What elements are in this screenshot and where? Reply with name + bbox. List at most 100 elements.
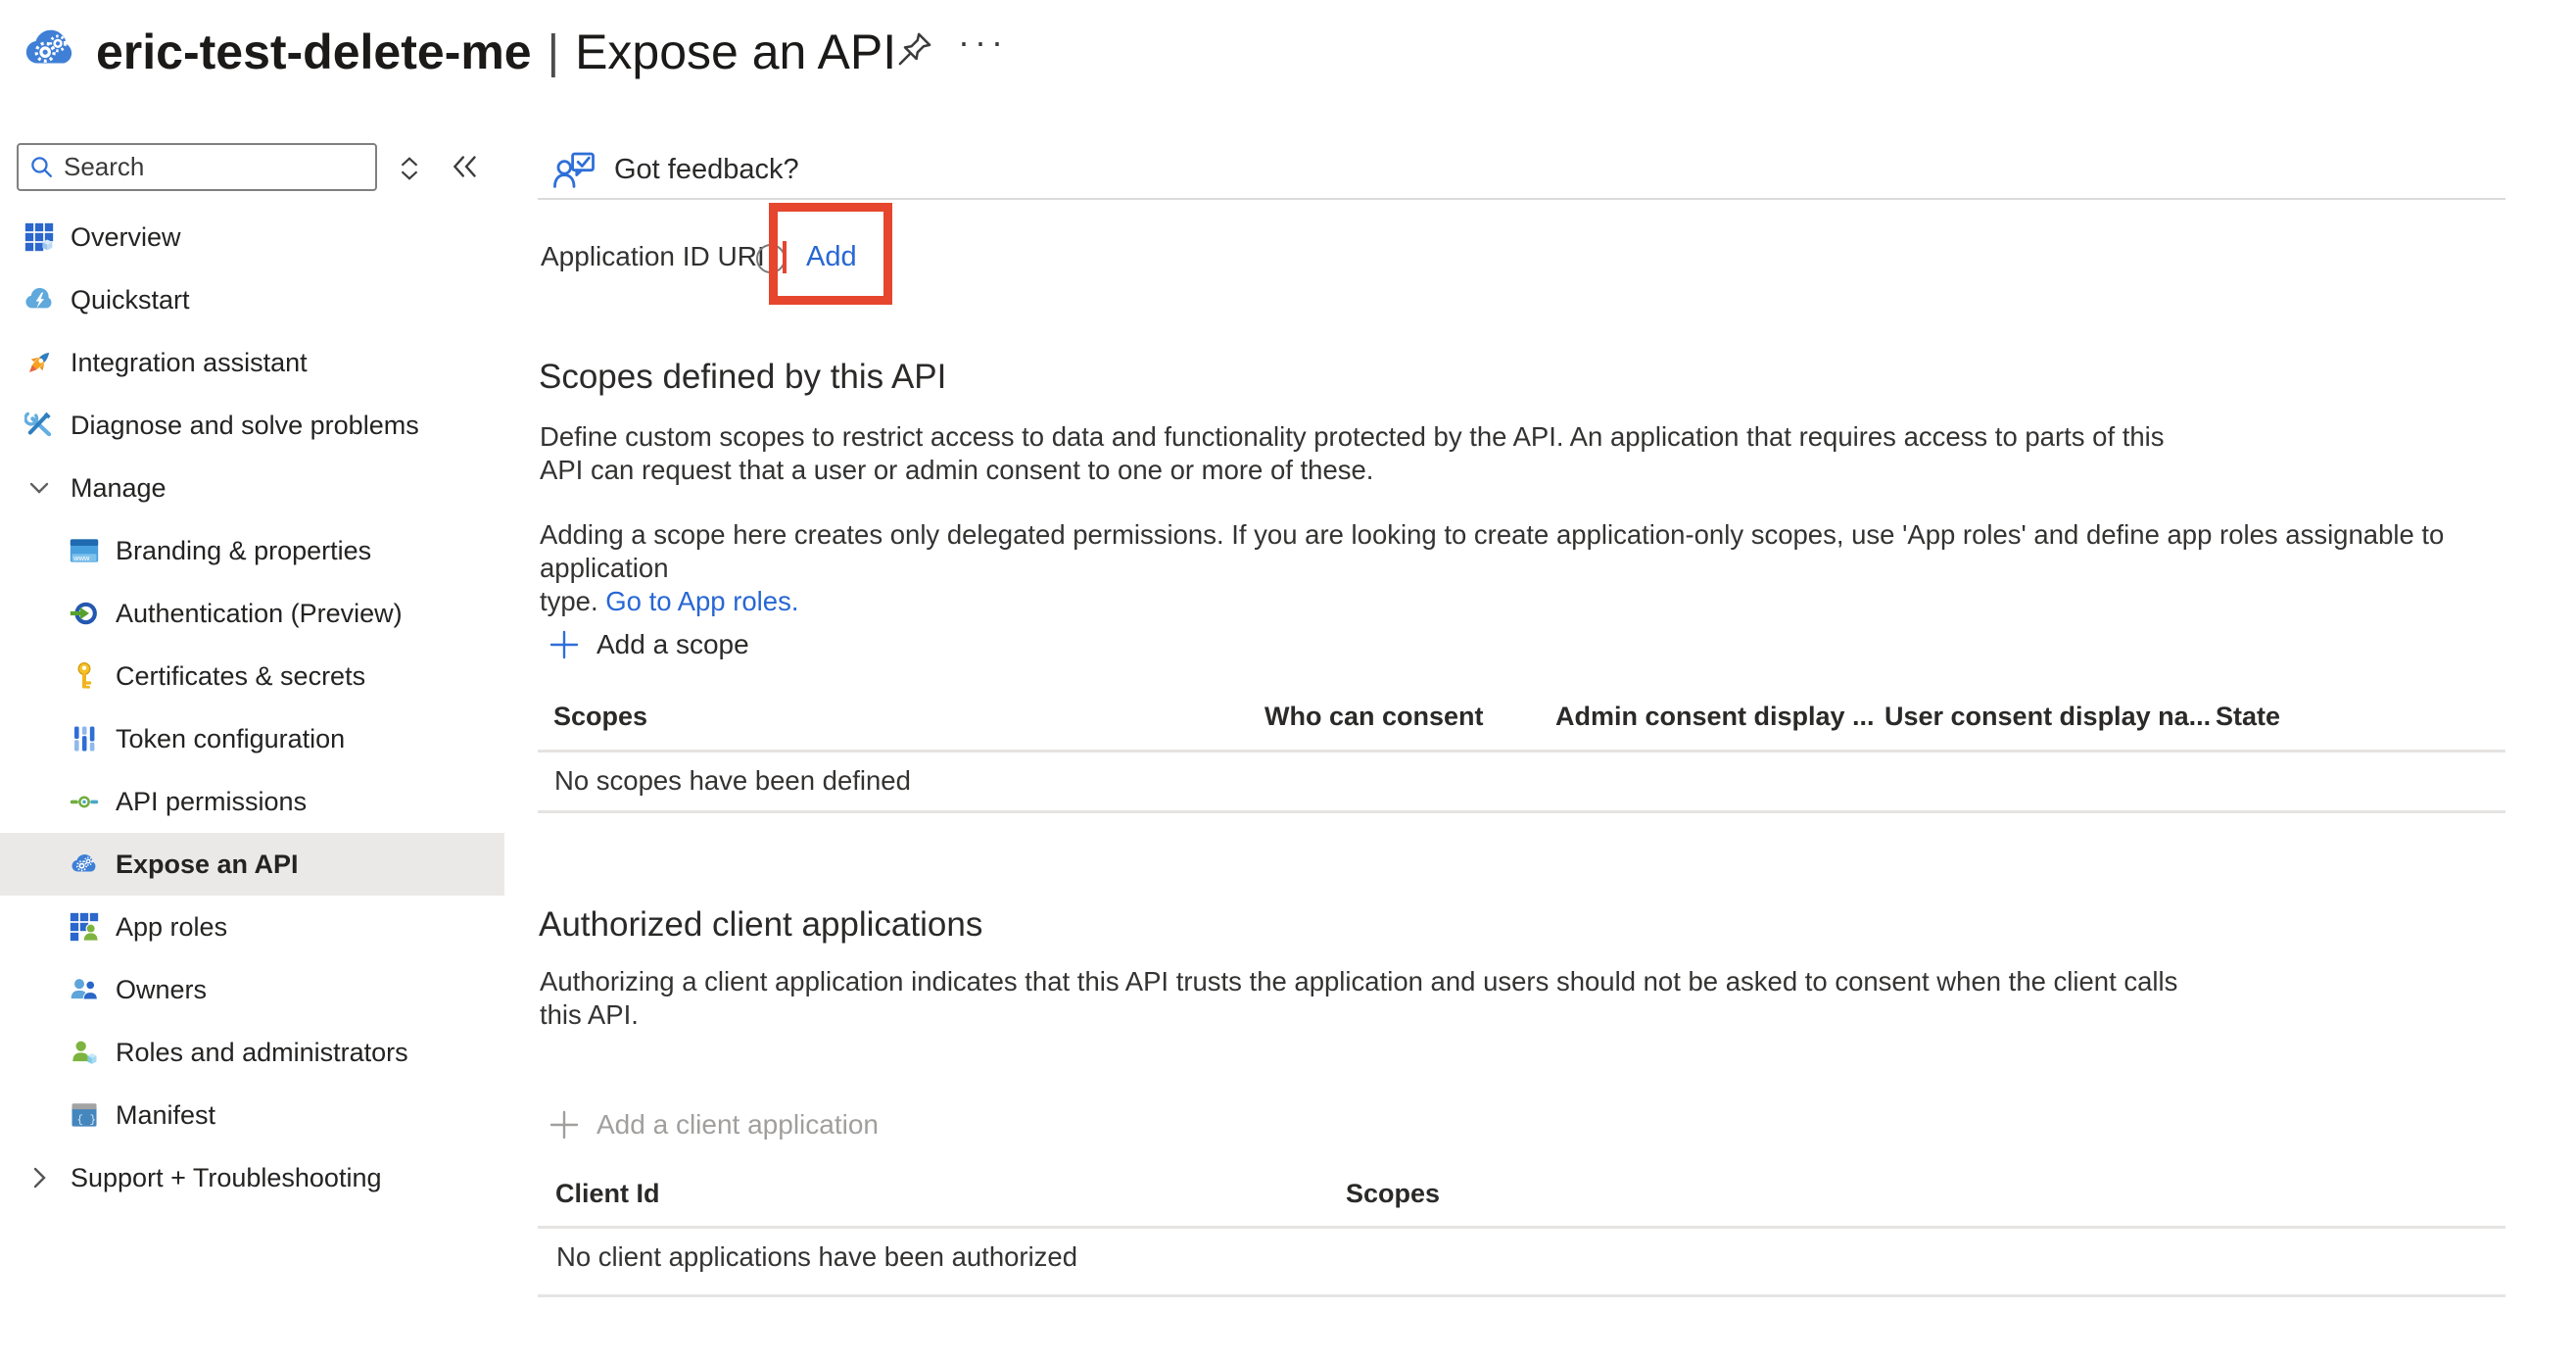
add-application-id-uri-link[interactable]: Add (806, 241, 857, 273)
authorized-clients-description: Authorizing a client application indicat… (540, 965, 2177, 1032)
sidebar-item-label: Branding & properties (116, 536, 371, 566)
scopes-description: Define custom scopes to restrict access … (540, 420, 2165, 487)
got-feedback-button[interactable]: Got feedback? (551, 149, 799, 190)
scopes-empty-message: No scopes have been defined (554, 765, 911, 797)
app-window: eric-test-delete-me | Expose an API ··· (0, 0, 2576, 1360)
collapse-sidebar-icon[interactable] (449, 150, 482, 188)
authorized-clients-description-line1: Authorizing a client application indicat… (540, 965, 2177, 998)
svg-text:www: www (72, 554, 90, 562)
search-icon (28, 154, 55, 180)
authorized-clients-description-line2: this API. (540, 998, 2177, 1032)
authorized-clients-section-title: Authorized client applications (539, 905, 982, 945)
sidebar-item-label: Owners (116, 975, 207, 1005)
toolbar-divider (538, 198, 2505, 200)
clients-table-divider-top (538, 1226, 2505, 1229)
sidebar-item-label: Token configuration (116, 724, 345, 754)
sliders-icon (70, 724, 99, 753)
column-header-user-consent-display: User consent display na... (1884, 702, 2211, 732)
column-header-client-scopes: Scopes (1346, 1179, 1440, 1209)
feedback-label: Got feedback? (614, 154, 799, 186)
add-a-client-application-button: Add a client application (549, 1109, 879, 1141)
clients-table-divider-bottom (538, 1294, 2505, 1297)
info-icon[interactable]: i (754, 242, 787, 280)
sidebar-item-quickstart[interactable]: Quickstart (0, 268, 504, 331)
plus-icon (549, 629, 580, 660)
sidebar-item-label: Authentication (Preview) (116, 599, 403, 629)
clients-empty-message: No client applications have been authori… (556, 1241, 1077, 1273)
sidebar-item-overview[interactable]: Overview (0, 206, 504, 268)
page-title: eric-test-delete-me | Expose an API (96, 24, 896, 80)
two-people-icon (70, 975, 99, 1004)
cloud-gears-app-icon (22, 21, 78, 82)
sidebar-item-label: API permissions (116, 787, 307, 817)
tools-icon (24, 411, 54, 440)
sidebar-item-api-permissions[interactable]: API permissions (0, 770, 504, 833)
sidebar-group-label: Support + Troubleshooting (71, 1163, 381, 1193)
pin-icon[interactable] (893, 27, 936, 75)
browser-www-icon: www (70, 536, 99, 565)
quickstart-cloud-icon (24, 285, 54, 315)
scopes-description-line2: API can request that a user or admin con… (540, 454, 2165, 487)
sidebar-item-integration-assistant[interactable]: Integration assistant (0, 331, 504, 394)
scopes-section-title: Scopes defined by this API (539, 358, 946, 397)
sidebar-item-owners[interactable]: Owners (0, 958, 504, 1021)
sidebar-item-expose-an-api[interactable]: Expose an API (0, 833, 504, 896)
person-cube-icon (70, 1038, 99, 1067)
sidebar-item-label: Roles and administrators (116, 1038, 408, 1068)
rocket-icon (24, 348, 54, 377)
sidebar-item-branding-properties[interactable]: www Branding & properties (0, 519, 504, 582)
sidebar-item-authentication[interactable]: Authentication (Preview) (0, 582, 504, 645)
scopes-note-prefix-text: type. (540, 586, 598, 616)
sidebar-item-manifest[interactable]: { } Manifest (0, 1084, 504, 1146)
sidebar-nav: Overview Quickstart (0, 206, 504, 1209)
title-separator: | (548, 25, 559, 79)
column-header-client-id: Client Id (555, 1179, 660, 1209)
sidebar-item-label: App roles (116, 912, 227, 943)
sidebar-group-label: Manage (71, 473, 167, 504)
sidebar-group-manage[interactable]: Manage (0, 457, 504, 519)
sidebar-item-certificates-secrets[interactable]: Certificates & secrets (0, 645, 504, 707)
sidebar-item-label: Overview (71, 222, 181, 253)
column-header-state: State (2216, 702, 2280, 732)
sidebar-item-label: Diagnose and solve problems (71, 411, 419, 441)
scopes-table-divider-top (538, 750, 2505, 753)
sidebar-item-label: Certificates & secrets (116, 661, 365, 692)
app-name: eric-test-delete-me (96, 24, 532, 80)
manifest-code-icon: { } (70, 1100, 99, 1130)
expand-collapse-all-icon[interactable] (396, 155, 423, 187)
sidebar-item-label: Quickstart (71, 285, 190, 316)
blade-name: Expose an API (575, 24, 896, 80)
go-to-app-roles-link[interactable]: Go to App roles. (605, 586, 798, 616)
add-a-client-application-label: Add a client application (596, 1109, 879, 1141)
api-permissions-connector-icon (70, 787, 99, 816)
key-icon (70, 661, 99, 691)
sidebar-item-label: Expose an API (116, 850, 299, 880)
plus-icon-disabled (549, 1109, 580, 1141)
svg-text:i: i (769, 252, 773, 268)
search-input[interactable] (64, 152, 365, 182)
more-menu-icon[interactable]: ··· (958, 22, 1008, 63)
page-header: eric-test-delete-me | Expose an API ··· (0, 0, 2576, 113)
sidebar-item-roles-and-administrators[interactable]: Roles and administrators (0, 1021, 504, 1084)
scopes-note: Adding a scope here creates only delegat… (540, 518, 2576, 618)
overview-grid-icon (24, 222, 54, 252)
scopes-description-line1: Define custom scopes to restrict access … (540, 420, 2165, 454)
scopes-table-divider-bottom (538, 810, 2505, 813)
sidebar-item-label: Manifest (116, 1100, 215, 1131)
sidebar-item-label: Integration assistant (71, 348, 308, 378)
chevron-down-icon (24, 473, 54, 503)
application-id-uri-label: Application ID URI (541, 241, 765, 272)
sidebar-item-token-configuration[interactable]: Token configuration (0, 707, 504, 770)
sidebar-item-diagnose-and-solve-problems[interactable]: Diagnose and solve problems (0, 394, 504, 457)
feedback-person-icon (551, 149, 596, 190)
sidebar-group-support-troubleshooting[interactable]: Support + Troubleshooting (0, 1146, 504, 1209)
scopes-note-line1: Adding a scope here creates only delegat… (540, 518, 2576, 585)
add-a-scope-button[interactable]: Add a scope (549, 629, 749, 660)
column-header-admin-consent-display: Admin consent display ... (1555, 702, 1875, 732)
add-a-scope-label: Add a scope (596, 629, 749, 660)
authentication-arrow-icon (70, 599, 99, 628)
column-header-scopes: Scopes (553, 702, 647, 732)
svg-text:{ }: { } (77, 1115, 97, 1127)
column-header-who-can-consent: Who can consent (1264, 702, 1484, 732)
sidebar-item-app-roles[interactable]: App roles (0, 896, 504, 958)
